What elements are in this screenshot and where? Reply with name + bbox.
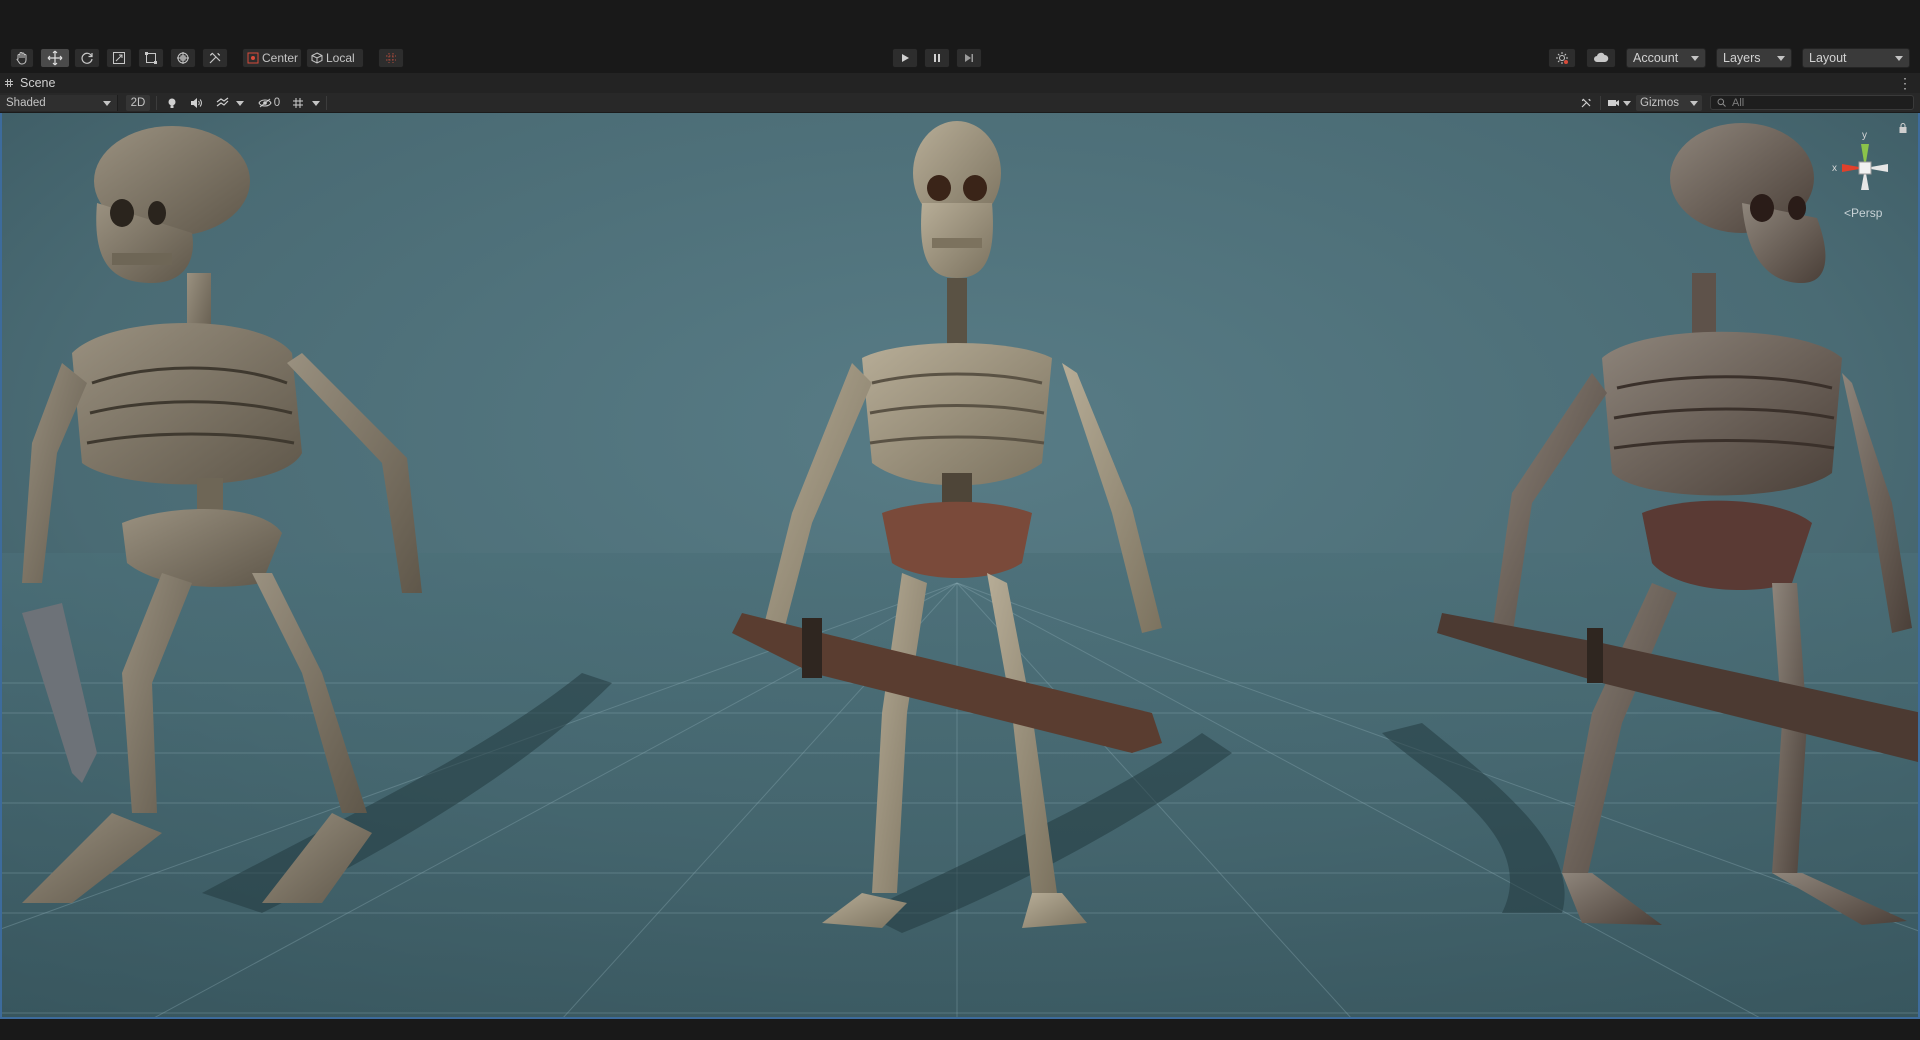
chevron-down-icon (1690, 100, 1698, 106)
scene-visibility-toggle[interactable]: 0 (254, 95, 284, 111)
scale-tool-button[interactable] (106, 48, 132, 68)
play-icon (902, 54, 909, 62)
move-tool-button[interactable] (40, 48, 70, 68)
chevron-down-icon (1623, 100, 1631, 106)
effects-toggle[interactable] (212, 95, 232, 111)
cloud-icon (1594, 52, 1609, 62)
tools-toggle[interactable] (1576, 95, 1596, 111)
grid-toggle[interactable] (288, 95, 308, 111)
divider (1600, 96, 1601, 110)
move-icon (47, 50, 63, 66)
account-label: Account (1633, 51, 1679, 65)
layout-label: Layout (1809, 51, 1847, 65)
draw-mode-dropdown[interactable]: Shaded (0, 95, 118, 111)
chevron-down-icon (1777, 55, 1785, 61)
pivot-center-icon (247, 52, 259, 64)
collab-icon (1556, 52, 1568, 64)
pivot-space-label: Local (326, 51, 355, 65)
projection-cube[interactable] (1858, 161, 1872, 175)
lock-icon[interactable] (1898, 122, 1908, 134)
scene-view-toolbar: Shaded 2D 0 Gizmos All (0, 93, 1920, 113)
status-strip (0, 1019, 1920, 1040)
transform-icon (177, 52, 189, 64)
transform-tool-button[interactable] (170, 48, 196, 68)
chevron-down-icon (1691, 55, 1699, 61)
effects-dropdown[interactable] (234, 95, 246, 111)
scene-render (2, 113, 1918, 1017)
step-icon (965, 54, 973, 62)
layers-dropdown[interactable]: Layers (1716, 48, 1792, 68)
grid-snap-button[interactable] (378, 48, 404, 68)
step-button[interactable] (956, 48, 982, 68)
camera-settings-button[interactable] (1604, 95, 1634, 111)
x-axis-label: x (1832, 163, 1837, 174)
scene-viewport[interactable]: y x <Persp (0, 113, 1920, 1019)
hand-icon (16, 52, 27, 65)
layout-dropdown[interactable]: Layout (1802, 48, 1910, 68)
pause-icon (934, 54, 940, 62)
chevron-down-icon (103, 100, 111, 106)
divider (156, 96, 157, 110)
search-placeholder: All (1732, 96, 1745, 109)
search-icon (1717, 98, 1726, 107)
draw-mode-label: Shaded (6, 97, 46, 109)
pivot-mode-button[interactable]: Center (242, 48, 302, 68)
gizmos-dropdown[interactable]: Gizmos (1636, 95, 1702, 111)
toggle-2d-button[interactable]: 2D (126, 95, 150, 111)
toggle-2d-label: 2D (130, 97, 146, 109)
rotate-icon (81, 52, 93, 64)
local-space-icon (311, 52, 323, 64)
account-dropdown[interactable]: Account (1626, 48, 1706, 68)
main-toolbar: Center Local Account Layers Layout (0, 44, 1920, 72)
grid-icon (293, 98, 303, 108)
pivot-space-button[interactable]: Local (306, 48, 364, 68)
scene-grid-icon (5, 79, 13, 87)
projection-mode-button[interactable]: <Persp (1844, 206, 1882, 220)
rect-tool-button[interactable] (138, 48, 164, 68)
collab-button[interactable] (1548, 48, 1576, 68)
cloud-button[interactable] (1586, 48, 1616, 68)
snap-grid-icon (386, 53, 396, 63)
grid-dropdown[interactable] (310, 95, 322, 111)
y-axis-label: y (1862, 130, 1867, 141)
audio-toggle[interactable] (186, 95, 206, 111)
more-options-icon[interactable]: ⋮ (1898, 76, 1912, 90)
pivot-mode-label: Center (262, 51, 299, 65)
lighting-toggle[interactable] (162, 95, 182, 111)
effects-icon (216, 97, 228, 107)
tools-icon (1581, 98, 1591, 108)
camera-icon (1608, 100, 1619, 106)
chevron-down-icon (1895, 55, 1903, 61)
rotate-tool-button[interactable] (74, 48, 100, 68)
back-arrow-icon: < (1844, 206, 1852, 220)
chevron-down-icon (312, 100, 320, 106)
scene-search-field[interactable]: All (1710, 95, 1914, 110)
projection-label: Persp (1851, 206, 1883, 220)
hand-tool-button[interactable] (10, 48, 34, 68)
title-strip (0, 0, 1920, 44)
orientation-gizmo[interactable]: y x (1820, 118, 1910, 218)
scale-icon (113, 52, 125, 64)
hidden-count: 0 (273, 97, 281, 109)
window-tab-bar: Scene ⋮ (0, 73, 1920, 93)
play-button[interactable] (892, 48, 918, 68)
custom-tool-button[interactable] (202, 48, 228, 68)
speaker-icon (191, 98, 202, 108)
tab-scene[interactable]: Scene (4, 73, 55, 93)
pause-button[interactable] (924, 48, 950, 68)
gizmos-label: Gizmos (1640, 97, 1679, 109)
hidden-eye-icon (258, 98, 272, 108)
divider (326, 96, 327, 110)
rect-transform-icon (145, 52, 157, 64)
chevron-down-icon (236, 100, 244, 106)
wrench-icon (209, 52, 221, 64)
tab-scene-label: Scene (20, 76, 56, 90)
lightbulb-icon (168, 98, 176, 108)
layers-label: Layers (1723, 51, 1761, 65)
